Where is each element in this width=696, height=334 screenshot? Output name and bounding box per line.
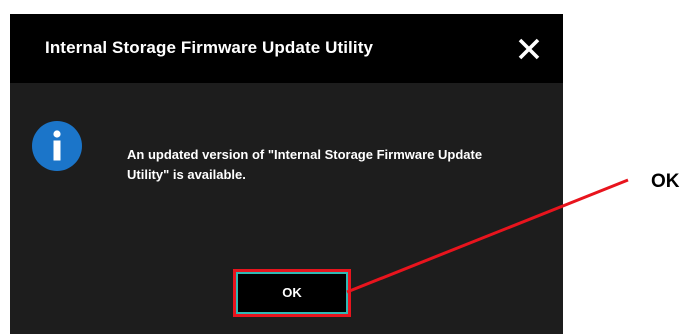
ok-button[interactable]: OK xyxy=(233,269,351,317)
dialog-message: An updated version of "Internal Storage … xyxy=(127,147,483,182)
close-button[interactable] xyxy=(516,36,542,62)
dialog-titlebar: Internal Storage Firmware Update Utility xyxy=(10,14,563,83)
close-icon xyxy=(518,38,540,60)
dialog-title: Internal Storage Firmware Update Utility xyxy=(45,38,374,57)
update-dialog: Internal Storage Firmware Update Utility… xyxy=(10,14,563,334)
info-icon xyxy=(32,121,82,171)
annotation-label: OK xyxy=(651,171,680,192)
